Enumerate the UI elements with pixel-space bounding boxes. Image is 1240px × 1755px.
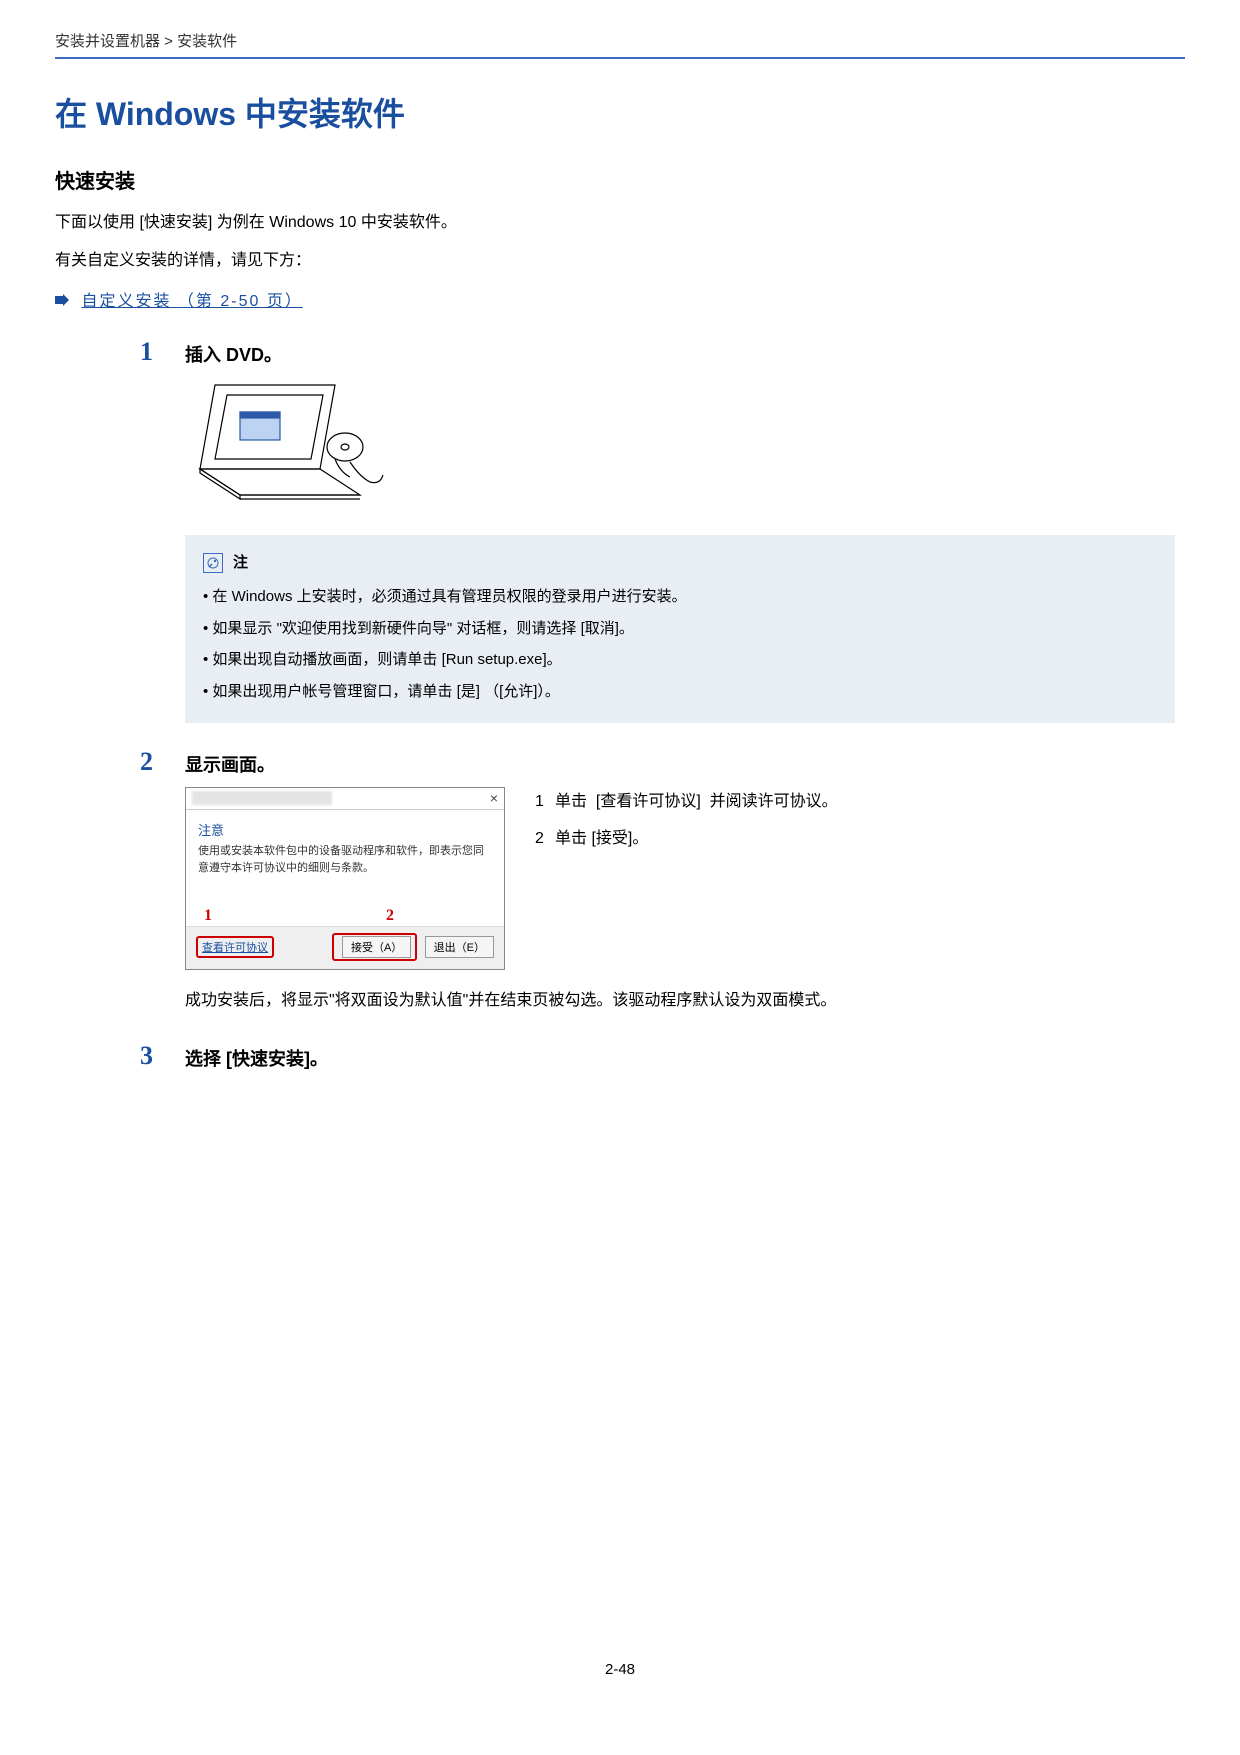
step-number: 2 xyxy=(140,747,153,777)
custom-install-link[interactable]: 自定义安装 （第 2-50 页） xyxy=(81,293,302,310)
section-heading: 快速安装 xyxy=(55,165,1185,194)
highlight-box-2: 接受（A） xyxy=(332,933,417,961)
dialog-notice-heading: 注意 xyxy=(198,820,492,839)
license-dialog: × 注意 使用或安装本软件包中的设备驱动程序和软件，即表示您同意遵守本许可协议中… xyxy=(185,787,505,970)
laptop-dvd-illustration xyxy=(185,377,405,517)
note-item: 如果显示 "欢迎使用找到新硬件向导" 对话框，则请选择 [取消]。 xyxy=(203,615,1157,644)
view-license-link[interactable]: 查看许可协议 xyxy=(202,942,268,954)
list-text: 单击 [查看许可协议] 并阅读许可协议。 xyxy=(555,793,838,810)
intro-paragraph-2: 有关自定义安装的详情，请见下方： xyxy=(55,246,1185,276)
step-3: 3 选择 [快速安装]。 xyxy=(185,1045,1175,1071)
step-2-instructions: 1单击 [查看许可协议] 并阅读许可协议。 2单击 [接受]。 xyxy=(535,787,838,854)
note-item: 如果出现自动播放画面，则请单击 [Run setup.exe]。 xyxy=(203,646,1157,675)
dialog-notice-text: 使用或安装本软件包中的设备驱动程序和软件，即表示您同意遵守本许可协议中的细则与条… xyxy=(198,843,492,876)
note-item: 如果出现用户帐号管理窗口，请单击 [是] （[允许]）。 xyxy=(203,678,1157,707)
step-2: 2 显示画面。 × 注意 使用或安装本软件包中的设备驱动程序和软件，即表示您同意… xyxy=(185,751,1175,1016)
note-icon xyxy=(203,553,223,573)
xref-row: 自定义安装 （第 2-50 页） xyxy=(55,287,1185,311)
breadcrumb: 安装并设置机器 > 安装软件 xyxy=(55,30,1185,59)
page-number: 2-48 xyxy=(55,1661,1185,1678)
arrow-icon xyxy=(55,293,69,311)
step-number: 1 xyxy=(140,337,153,367)
page-title: 在 Windows 中安装软件 xyxy=(55,89,1185,135)
list-text: 单击 [接受]。 xyxy=(555,830,648,847)
step-1: 1 插入 DVD。 xyxy=(185,341,1175,724)
callout-number-2: 2 xyxy=(386,907,394,925)
list-number: 1 xyxy=(535,787,555,817)
intro-paragraph-1: 下面以使用 [快速安装] 为例在 Windows 10 中安装软件。 xyxy=(55,208,1185,238)
note-label: 注 xyxy=(233,549,248,578)
step-2-post-note: 成功安装后，将显示"将双面设为默认值"并在结束页被勾选。该驱动程序默认设为双面模… xyxy=(185,986,1175,1016)
exit-button[interactable]: 退出（E） xyxy=(425,936,494,958)
step-title: 选择 [快速安装]。 xyxy=(185,1045,1175,1071)
note-box: 注 在 Windows 上安装时，必须通过具有管理员权限的登录用户进行安装。 如… xyxy=(185,535,1175,724)
step-number: 3 xyxy=(140,1041,153,1071)
highlight-box-1: 查看许可协议 xyxy=(196,936,274,958)
accept-button[interactable]: 接受（A） xyxy=(342,936,411,958)
dialog-title-blurred xyxy=(192,791,332,805)
dialog-footer: 1 2 查看许可协议 接受（A） 退出（E） xyxy=(186,926,504,969)
list-number: 2 xyxy=(535,824,555,854)
close-icon[interactable]: × xyxy=(490,790,498,806)
note-item: 在 Windows 上安装时，必须通过具有管理员权限的登录用户进行安装。 xyxy=(203,583,1157,612)
step-title: 显示画面。 xyxy=(185,751,1175,777)
callout-number-1: 1 xyxy=(204,907,212,925)
step-title: 插入 DVD。 xyxy=(185,341,1175,367)
dialog-titlebar: × xyxy=(186,788,504,810)
